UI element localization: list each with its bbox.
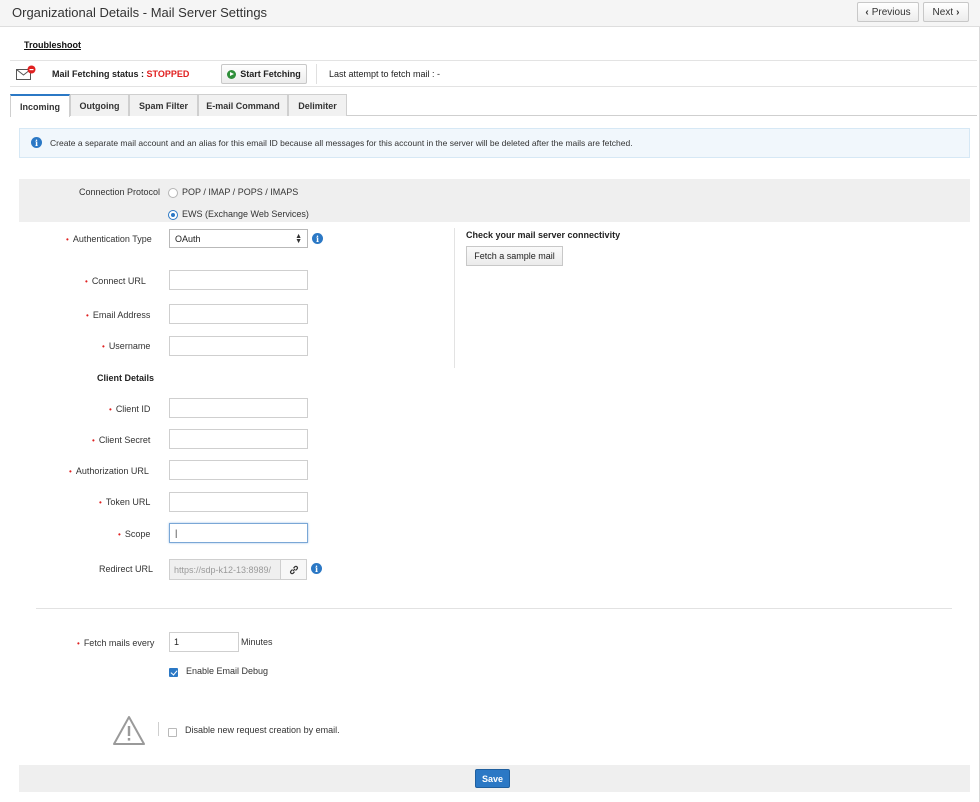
auth-type-info-icon[interactable]: i [312, 233, 323, 244]
email-address-label: • Email Address [86, 310, 151, 320]
protocol-radio-pop-imap[interactable] [168, 188, 178, 198]
settings-tabs: Incoming Outgoing Spam Filter E-mail Com… [10, 94, 977, 117]
troubleshoot-link[interactable]: Troubleshoot [24, 40, 81, 50]
fetch-every-label: • Fetch mails every [77, 638, 155, 648]
connectivity-separator [454, 228, 455, 368]
client-secret-label: • Client Secret [92, 435, 151, 445]
redirect-url-info-icon[interactable]: i [311, 563, 322, 574]
select-arrows-icon: ▲ ▼ [295, 232, 302, 245]
protocol-option-ews: EWS (Exchange Web Services) [182, 209, 309, 219]
required-icon: • [118, 530, 121, 539]
required-icon: • [99, 498, 102, 507]
page: Organizational Details - Mail Server Set… [0, 0, 980, 802]
connectivity-heading: Check your mail server connectivity [466, 230, 621, 240]
required-icon: • [102, 342, 105, 351]
page-header: Organizational Details - Mail Server Set… [0, 0, 980, 27]
tab-email-command[interactable]: E-mail Command [198, 94, 288, 116]
previous-label: Previous [871, 6, 911, 18]
info-icon: i [31, 137, 42, 148]
link-icon [289, 565, 298, 574]
disable-request-label: Disable new request creation by email. [185, 725, 340, 735]
protocol-option-pop-imap: POP / IMAP / POPS / IMAPS [182, 187, 299, 197]
connect-url-label: • Connect URL [85, 276, 146, 286]
client-id-input[interactable] [169, 398, 308, 418]
required-icon: • [69, 467, 72, 476]
disable-request-checkbox[interactable] [168, 728, 177, 737]
required-icon: • [109, 405, 112, 414]
page-title: Organizational Details - Mail Server Set… [12, 5, 268, 20]
authorization-url-input[interactable] [169, 460, 308, 480]
client-id-label: • Client ID [109, 404, 151, 414]
play-icon [227, 69, 237, 79]
authorization-url-label: • Authorization URL [69, 466, 149, 476]
tab-spam-filter[interactable]: Spam Filter [129, 94, 198, 116]
protocol-section [19, 179, 970, 222]
status-divider [316, 64, 317, 84]
chevron-right-icon: › [956, 6, 960, 18]
chevron-left-icon: ‹ [865, 6, 869, 18]
token-url-input[interactable] [169, 492, 308, 512]
required-icon: • [85, 277, 88, 286]
start-fetching-label: Start Fetching [240, 69, 301, 79]
authentication-type-select[interactable]: OAuth ▲ ▼ [169, 229, 308, 248]
client-secret-input[interactable] [169, 429, 308, 449]
required-icon: • [92, 436, 95, 445]
required-icon: • [66, 235, 69, 244]
email-address-input[interactable] [169, 304, 308, 324]
save-button[interactable]: Save [475, 769, 510, 788]
scope-label: • Scope [118, 529, 151, 539]
token-url-label: • Token URL [99, 497, 151, 507]
redirect-url-label: Redirect URL [99, 564, 154, 574]
copy-link-button[interactable] [280, 559, 307, 580]
connection-protocol-label: Connection Protocol [79, 187, 161, 197]
fetch-sample-mail-button[interactable]: Fetch a sample mail [466, 246, 563, 266]
tab-outgoing[interactable]: Outgoing [70, 94, 129, 116]
fetching-status-value: STOPPED [146, 69, 190, 79]
next-button[interactable]: Next › [923, 2, 969, 22]
authentication-type-value: OAuth [175, 233, 201, 244]
required-icon: • [86, 311, 89, 320]
required-icon: • [77, 639, 80, 648]
mail-error-icon [16, 65, 36, 80]
warning-icon [113, 716, 145, 745]
fetch-every-unit: Minutes [241, 637, 273, 647]
info-text: Create a separate mail account and an al… [50, 138, 633, 148]
client-details-heading: Client Details [97, 373, 155, 383]
start-fetching-button[interactable]: Start Fetching [221, 64, 307, 84]
email-debug-label: Enable Email Debug [186, 666, 269, 676]
tab-delimiter[interactable]: Delimiter [288, 94, 347, 116]
scope-input[interactable] [169, 523, 308, 543]
email-debug-checkbox[interactable] [169, 668, 178, 677]
previous-button[interactable]: ‹ Previous [857, 2, 919, 22]
tab-incoming[interactable]: Incoming [10, 94, 70, 117]
fetching-status-label: Mail Fetching status : [52, 69, 145, 79]
username-input[interactable] [169, 336, 308, 356]
section-divider [36, 608, 952, 609]
fetching-status: Mail Fetching status : STOPPED [52, 69, 189, 79]
protocol-radio-ews[interactable] [168, 210, 178, 220]
last-attempt-text: Last attempt to fetch mail : - [329, 69, 441, 79]
next-label: Next [932, 6, 954, 18]
authentication-type-label: • Authentication Type [66, 234, 152, 244]
connect-url-input[interactable] [169, 270, 308, 290]
fetch-every-input[interactable]: 1 [169, 632, 239, 652]
username-label: • Username [102, 341, 151, 351]
redirect-url-field: https://sdp-k12-13:8989/ [169, 559, 281, 580]
warning-separator [158, 722, 159, 736]
